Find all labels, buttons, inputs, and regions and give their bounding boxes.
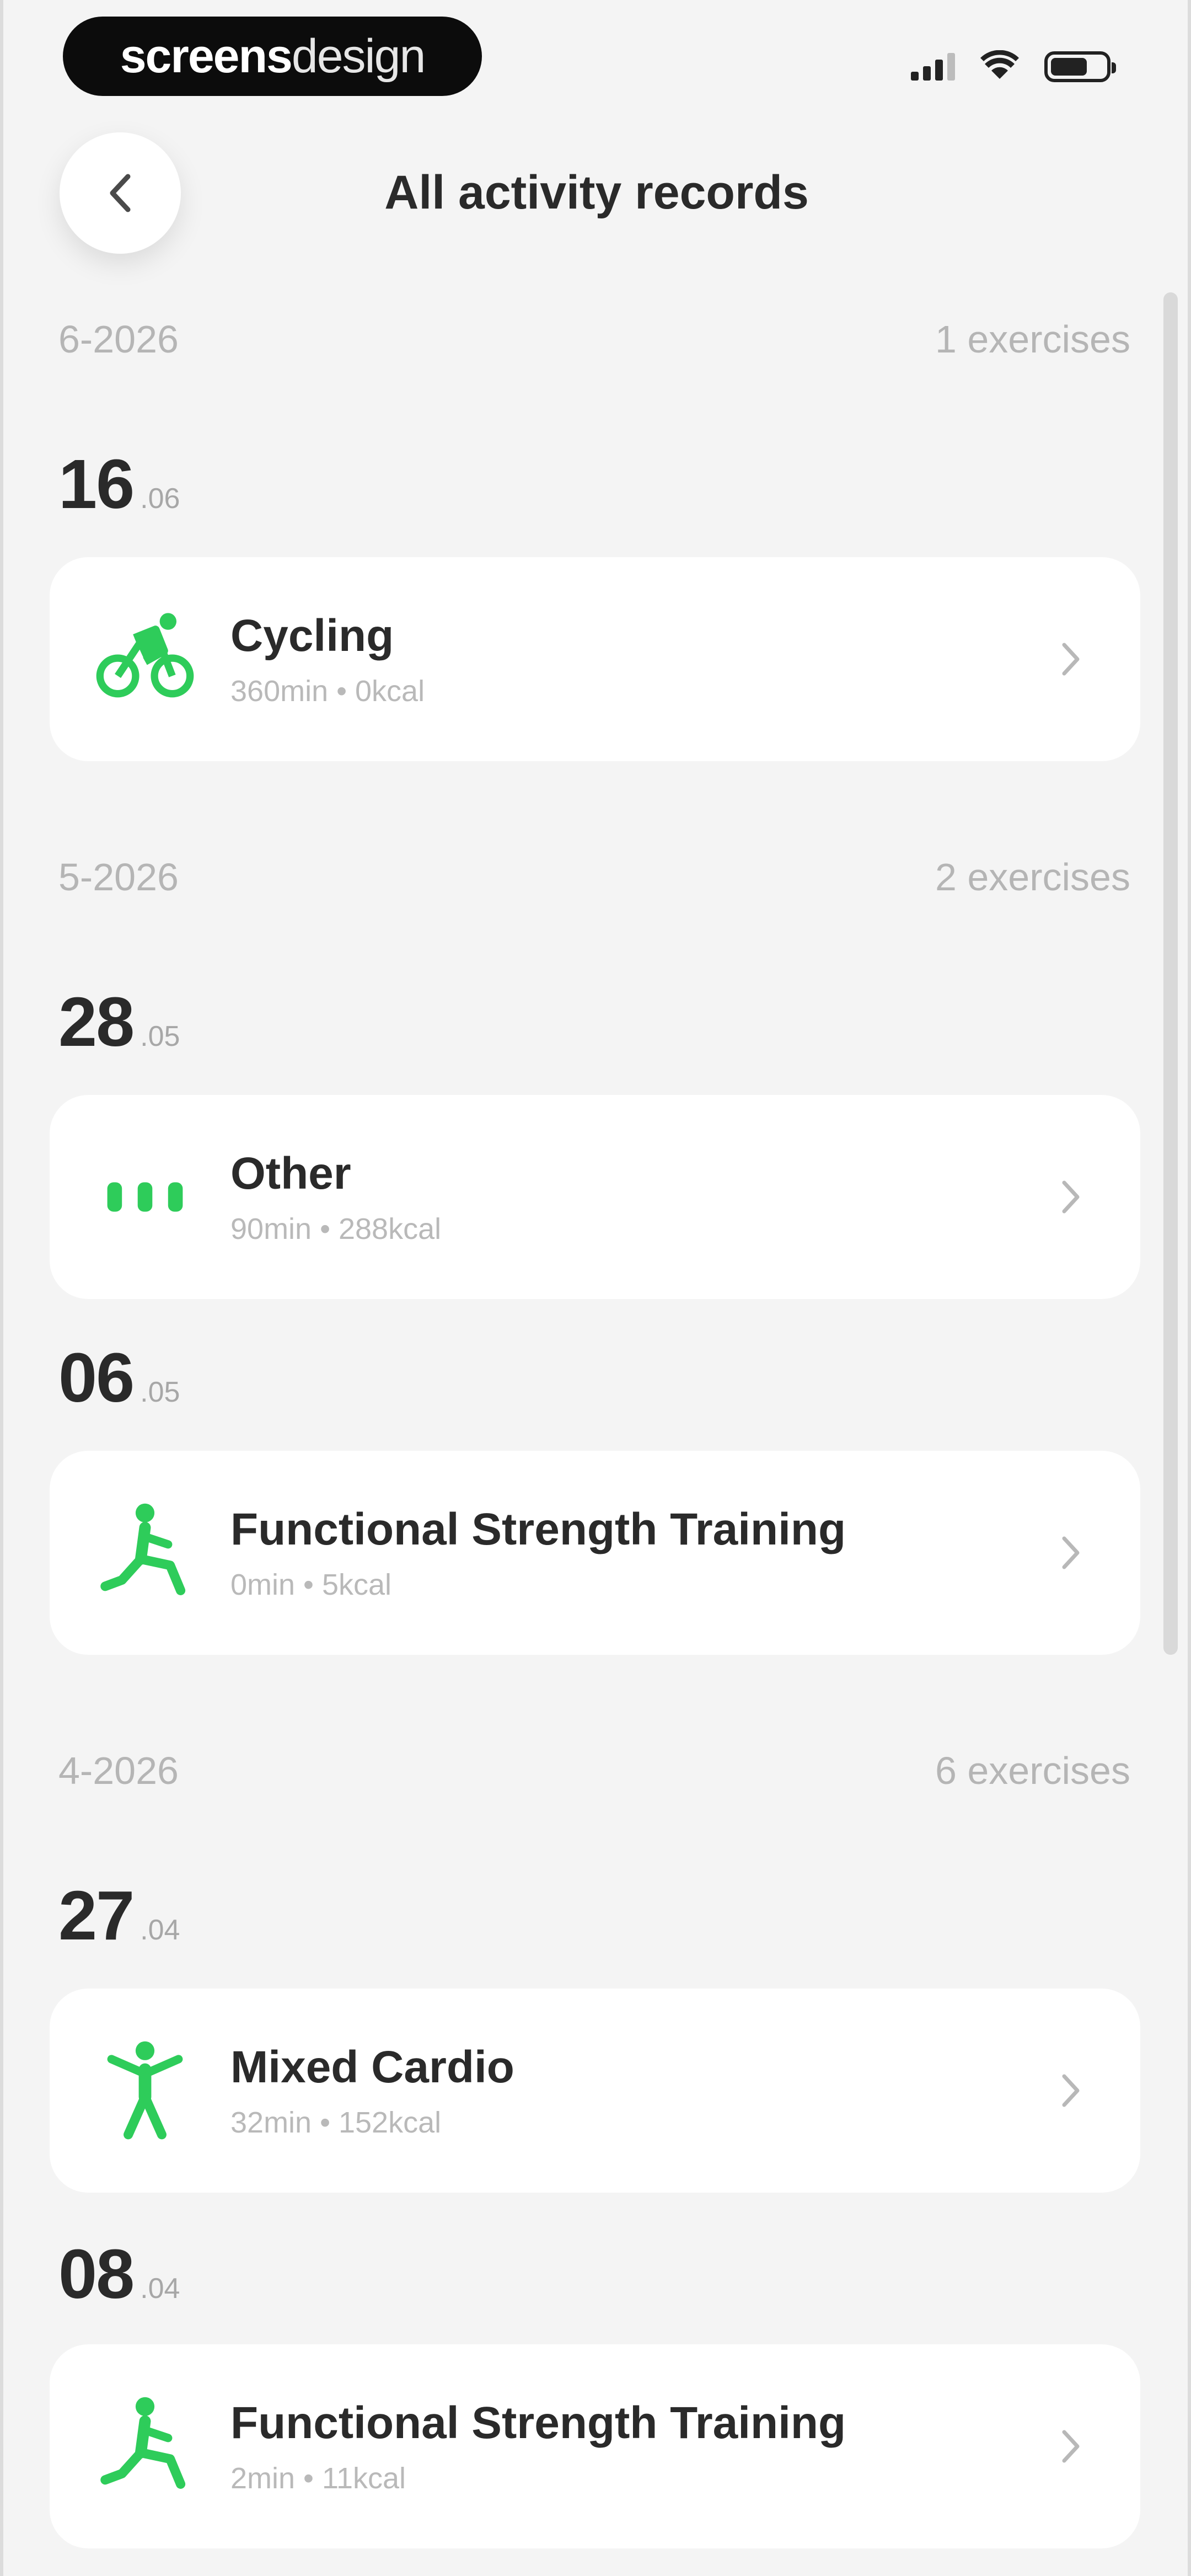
day-number: 08 bbox=[58, 2235, 135, 2313]
activity-title: Mixed Cardio bbox=[230, 2041, 514, 2092]
activity-title: Cycling bbox=[230, 610, 394, 661]
day-month: .06 bbox=[140, 483, 180, 515]
chevron-right-icon bbox=[1062, 2074, 1080, 2107]
month-exercise-count: 2 exercises bbox=[935, 856, 1130, 899]
status-icons bbox=[911, 47, 1116, 86]
month-exercise-count: 6 exercises bbox=[935, 1749, 1130, 1792]
day-month: .04 bbox=[140, 1914, 180, 1946]
page-title: All activity records bbox=[384, 166, 809, 219]
month-header: 6-2026 1 exercises bbox=[58, 312, 1130, 367]
day-label: 06.05 bbox=[58, 1338, 180, 1420]
month-label: 6-2026 bbox=[58, 318, 179, 361]
day-label: 28.05 bbox=[58, 982, 180, 1065]
strength-training-icon bbox=[93, 1500, 197, 1605]
month-label: 4-2026 bbox=[58, 1749, 179, 1792]
day-month: .05 bbox=[140, 1376, 180, 1408]
chevron-right-icon bbox=[1062, 2430, 1080, 2463]
activity-title: Functional Strength Training bbox=[230, 2397, 846, 2448]
day-number: 28 bbox=[58, 983, 135, 1061]
day-number: 27 bbox=[58, 1877, 135, 1954]
status-bar: screens design bbox=[3, 0, 1188, 121]
cycling-icon bbox=[93, 607, 197, 712]
chevron-right-icon bbox=[1062, 1180, 1080, 1214]
battery-icon bbox=[1044, 51, 1116, 82]
day-month: .04 bbox=[140, 2273, 180, 2305]
signal-icon bbox=[911, 53, 955, 81]
activity-title: Other bbox=[230, 1148, 351, 1199]
day-month: .05 bbox=[140, 1020, 180, 1052]
month-label: 5-2026 bbox=[58, 856, 179, 899]
brand-logo-light: design bbox=[291, 29, 426, 83]
chevron-right-icon bbox=[1062, 1536, 1080, 1569]
activity-record-card[interactable]: Functional Strength Training 0min • 5kca… bbox=[50, 1451, 1140, 1655]
activity-title: Functional Strength Training bbox=[230, 1504, 846, 1554]
brand-logo: screens design bbox=[63, 17, 482, 96]
strength-training-icon bbox=[93, 2394, 197, 2499]
activity-record-card[interactable]: Cycling 360min • 0kcal bbox=[50, 557, 1140, 761]
wifi-icon bbox=[980, 50, 1019, 84]
chevron-right-icon bbox=[1062, 643, 1080, 676]
activity-record-card[interactable]: Other 90min • 288kcal bbox=[50, 1095, 1140, 1299]
activity-detail: 2min • 11kcal bbox=[230, 2462, 406, 2495]
month-exercise-count: 1 exercises bbox=[935, 318, 1130, 361]
activity-detail: 90min • 288kcal bbox=[230, 1212, 442, 1246]
activity-detail: 32min • 152kcal bbox=[230, 2106, 442, 2140]
brand-logo-bold: screens bbox=[120, 29, 293, 83]
mixed-cardio-icon bbox=[93, 2038, 197, 2143]
activity-detail: 0min • 5kcal bbox=[230, 1568, 392, 1602]
day-number: 16 bbox=[58, 445, 135, 523]
day-label: 08.04 bbox=[58, 2234, 180, 2317]
day-number: 06 bbox=[58, 1339, 135, 1417]
day-label: 27.04 bbox=[58, 1875, 180, 1958]
dots-icon bbox=[93, 1145, 197, 1249]
month-header: 5-2026 2 exercises bbox=[58, 849, 1130, 905]
activity-detail: 360min • 0kcal bbox=[230, 675, 425, 708]
activity-record-card[interactable]: Mixed Cardio 32min • 152kcal bbox=[50, 1989, 1140, 2193]
day-label: 16.06 bbox=[58, 444, 180, 527]
activity-record-card[interactable]: Functional Strength Training 2min • 11kc… bbox=[50, 2344, 1140, 2548]
screen: screens design All activity records 6-202… bbox=[0, 0, 1191, 2576]
month-header: 4-2026 6 exercises bbox=[58, 1743, 1130, 1798]
scrollbar[interactable] bbox=[1163, 292, 1178, 1655]
